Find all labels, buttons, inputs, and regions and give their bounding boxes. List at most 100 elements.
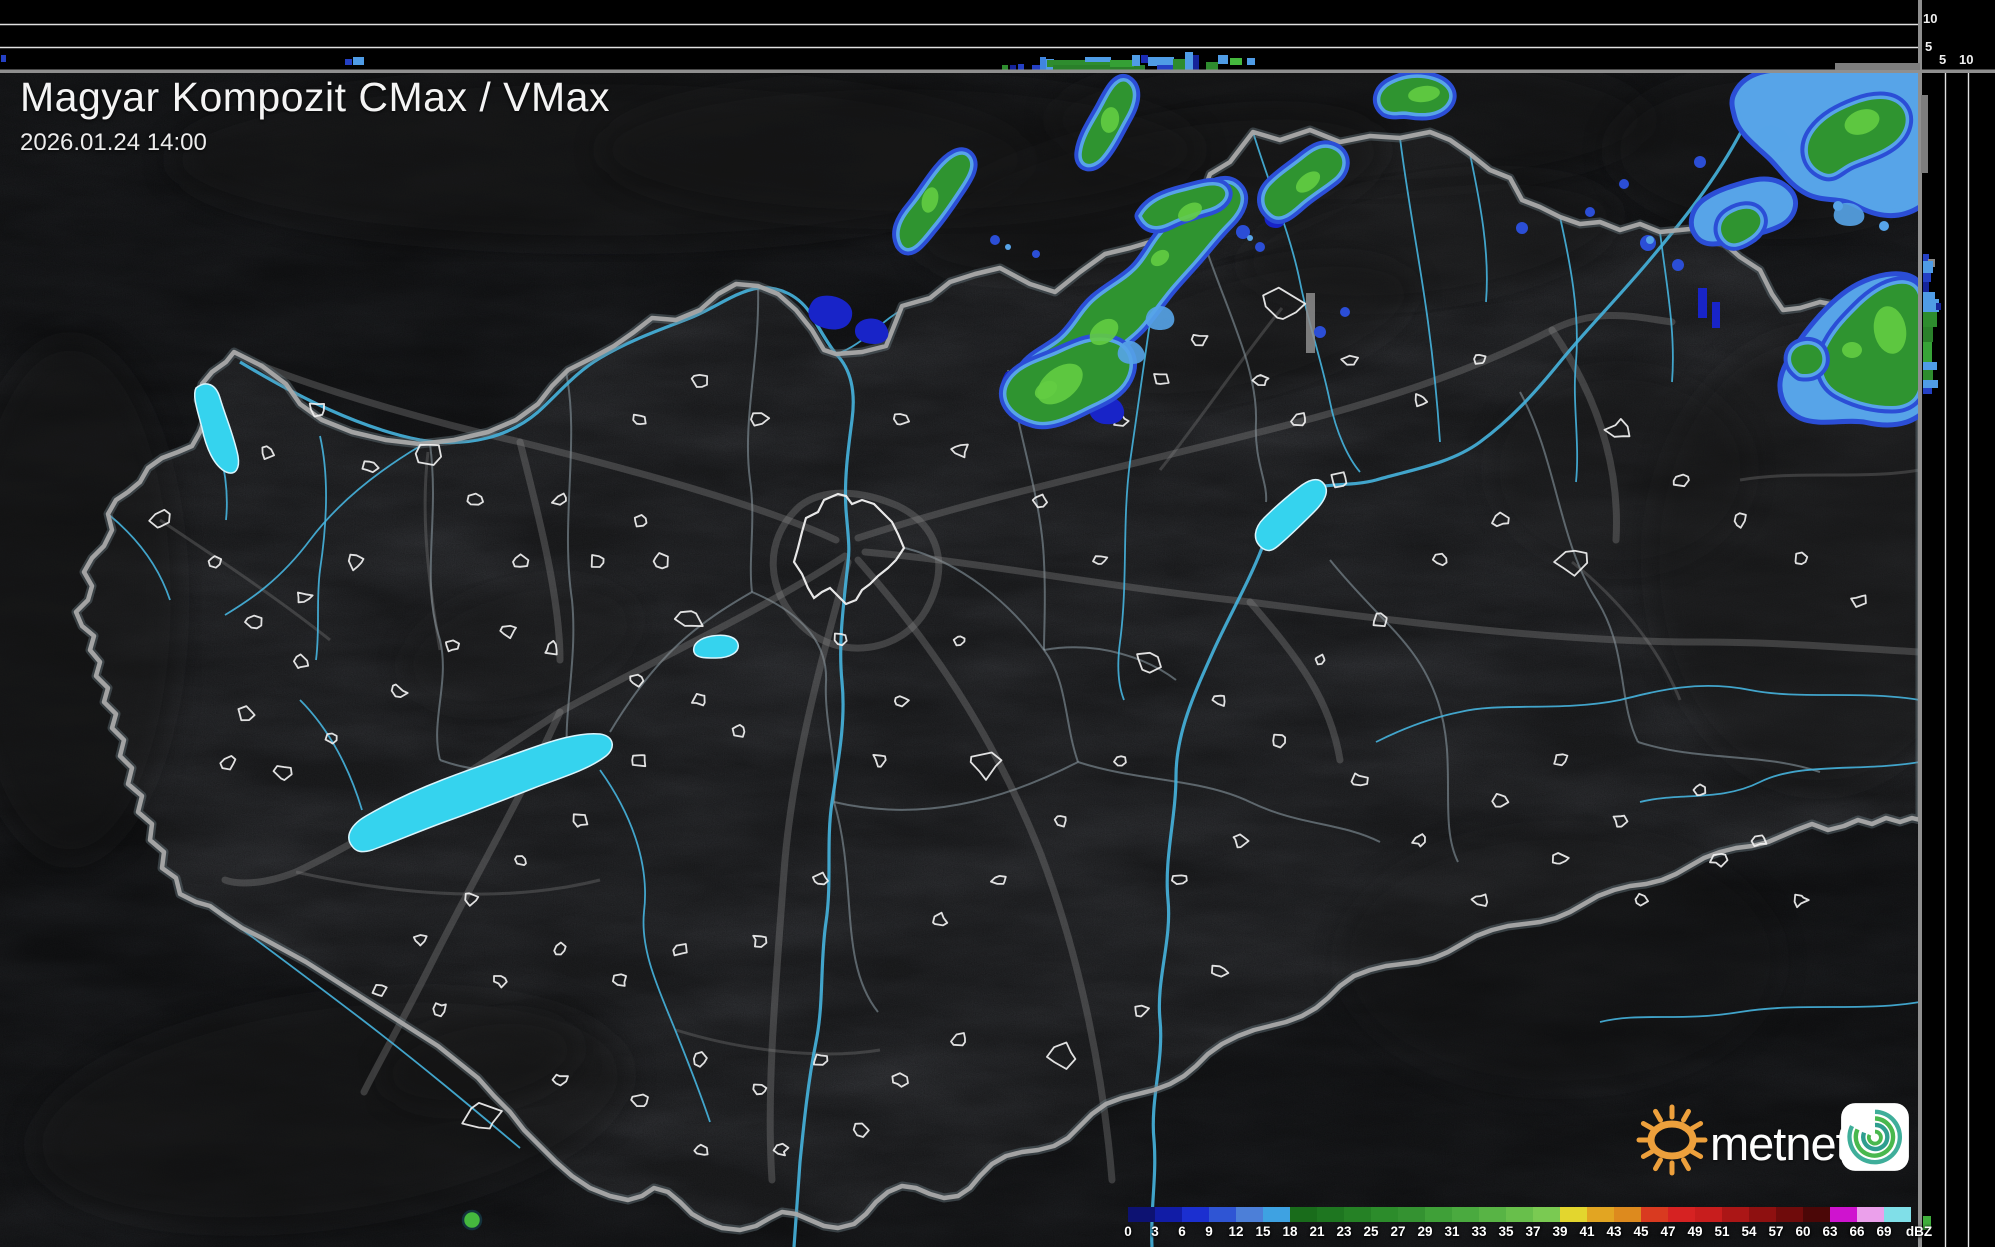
dbz-legend-cell <box>1506 1207 1533 1222</box>
vmax-profile-cell <box>1923 362 1937 370</box>
metnet-logo: metnet <box>1636 1098 1926 1182</box>
right-profile-strip <box>1920 0 1995 1247</box>
radar-speck-blue <box>990 235 1000 245</box>
dbz-tick-label: 0 <box>1124 1224 1132 1239</box>
dbz-legend-cell <box>1236 1207 1263 1222</box>
mountain-shading <box>1490 370 1750 570</box>
dbz-legend-cell <box>1857 1207 1884 1222</box>
dbz-tick-label: 45 <box>1633 1224 1649 1239</box>
dbz-legend-cell <box>1371 1207 1398 1222</box>
dbz-tick-label: 23 <box>1336 1224 1352 1239</box>
dbz-tick-label: 37 <box>1525 1224 1541 1239</box>
dbz-tick-label: 47 <box>1660 1224 1676 1239</box>
radar-speck-blue <box>1694 156 1706 168</box>
vmax-profile-cell <box>1923 292 1935 299</box>
vmax-profile-cell <box>1148 57 1174 66</box>
right-profile-tick-5: 5 <box>1939 52 1947 67</box>
dbz-legend-cell <box>1884 1207 1911 1222</box>
dbz-legend-cell <box>1695 1207 1722 1222</box>
dbz-tick-label: 69 <box>1876 1224 1892 1239</box>
vmax-profile-cell <box>1923 370 1933 380</box>
dbz-tick-label: 33 <box>1471 1224 1487 1239</box>
dbz-legend-cell <box>1209 1207 1236 1222</box>
vmax-profile-cell <box>1923 342 1932 362</box>
dbz-tick-label: 12 <box>1228 1224 1244 1239</box>
dbz-legend-cell <box>1317 1207 1344 1222</box>
vmax-profile-cell <box>1923 327 1933 342</box>
dbz-tick-label: 25 <box>1363 1224 1379 1239</box>
dbz-tick-label: 15 <box>1255 1224 1271 1239</box>
radar-echo-core <box>1842 342 1862 358</box>
horizontal-divider <box>0 69 1995 73</box>
vmax-profile-cell <box>1936 303 1941 310</box>
metnet-app-icon <box>1841 1103 1909 1171</box>
map-layer <box>0 72 1920 1247</box>
radar-speck-lightblue <box>1005 244 1011 250</box>
dbz-tick-label: 3 <box>1151 1224 1159 1239</box>
dbz-legend-cell <box>1749 1207 1776 1222</box>
dbz-legend-cell <box>1182 1207 1209 1222</box>
vertical-divider <box>1918 0 1922 1247</box>
radar-speck-blue <box>1516 222 1528 234</box>
vmax-profile-cell <box>1230 58 1242 65</box>
dbz-legend-cell <box>1668 1207 1695 1222</box>
dbz-tick-label: 9 <box>1205 1224 1213 1239</box>
dbz-legend-cell <box>1128 1207 1155 1222</box>
vmax-profile-cell <box>1085 57 1111 62</box>
dbz-legend-cell <box>1803 1207 1830 1222</box>
dbz-legend-cell <box>1263 1207 1290 1222</box>
top-profile-tick-10: 10 <box>1923 11 1938 26</box>
dbz-tick-label: 41 <box>1579 1224 1595 1239</box>
strip-border-bar <box>1835 63 1920 70</box>
dbz-legend-cell <box>1452 1207 1479 1222</box>
radar-speck-blue <box>1340 307 1350 317</box>
dbz-legend-cell <box>1614 1207 1641 1222</box>
radar-app-window: Magyar Kompozit CMax / VMax 2026.01.24 1… <box>0 0 1995 1247</box>
top-profile-tick-5: 5 <box>1925 39 1933 54</box>
radar-speck-lightblue <box>1879 221 1889 231</box>
dbz-tick-label: 60 <box>1795 1224 1811 1239</box>
dbz-legend-cell <box>1776 1207 1803 1222</box>
radar-speck-blue <box>1619 179 1629 189</box>
map-header: Magyar Kompozit CMax / VMax 2026.01.24 1… <box>20 74 610 157</box>
radar-speck-blue <box>1255 242 1265 252</box>
dbz-legend-cell <box>1290 1207 1317 1222</box>
timestamp: 2026.01.24 14:00 <box>20 129 207 156</box>
vmax-profile-cell <box>1193 55 1199 70</box>
dbz-legend-cell <box>1641 1207 1668 1222</box>
dbz-tick-label: 29 <box>1417 1224 1433 1239</box>
vmax-profile-cell <box>1018 64 1024 70</box>
dbz-tick-label: 21 <box>1309 1224 1325 1239</box>
vmax-profile-cell <box>1173 59 1186 70</box>
radar-echo-darkblue <box>1698 288 1707 318</box>
vmax-profile-cell <box>1040 57 1046 70</box>
radar-echo-green <box>1791 344 1823 374</box>
dbz-tick-label: 57 <box>1768 1224 1784 1239</box>
dbz-color-legend: 0 3 6 9 12 15 18 21 23 25 27 29 31 33 35 37 39 41 43 45 47 49… <box>1124 1207 1940 1247</box>
vmax-profile-cell <box>1923 388 1932 394</box>
dbz-tick-label: 51 <box>1714 1224 1730 1239</box>
dbz-legend-cell <box>1533 1207 1560 1222</box>
strip-border-bar <box>1921 95 1928 173</box>
vmax-profile-cell <box>1010 65 1016 70</box>
vmax-profile-cell <box>1132 55 1140 66</box>
road-segment <box>1306 293 1315 353</box>
radar-speck-lightblue <box>1247 235 1253 241</box>
dbz-legend-cell <box>1479 1207 1506 1222</box>
vmax-profile-cell <box>1002 65 1008 70</box>
radar-map-canvas <box>0 0 1995 1247</box>
vmax-profile-cell <box>1206 62 1218 70</box>
dbz-legend-cell <box>1425 1207 1452 1222</box>
vmax-profile-cell <box>345 59 352 65</box>
dbz-tick-label: 31 <box>1444 1224 1460 1239</box>
dbz-tick-label: 27 <box>1390 1224 1406 1239</box>
radar-speck-blue <box>1314 326 1326 338</box>
sun-icon <box>1636 1104 1708 1176</box>
vmax-profile-cell <box>1110 60 1134 67</box>
vmax-profile-cell <box>1218 55 1228 64</box>
dbz-tick-label: dBZ <box>1905 1224 1933 1239</box>
dbz-tick-label: 49 <box>1687 1224 1703 1239</box>
vmax-profile-cell <box>1923 312 1937 327</box>
radar-dot-green <box>461 1209 483 1231</box>
dbz-color-bar <box>1128 1207 1911 1222</box>
